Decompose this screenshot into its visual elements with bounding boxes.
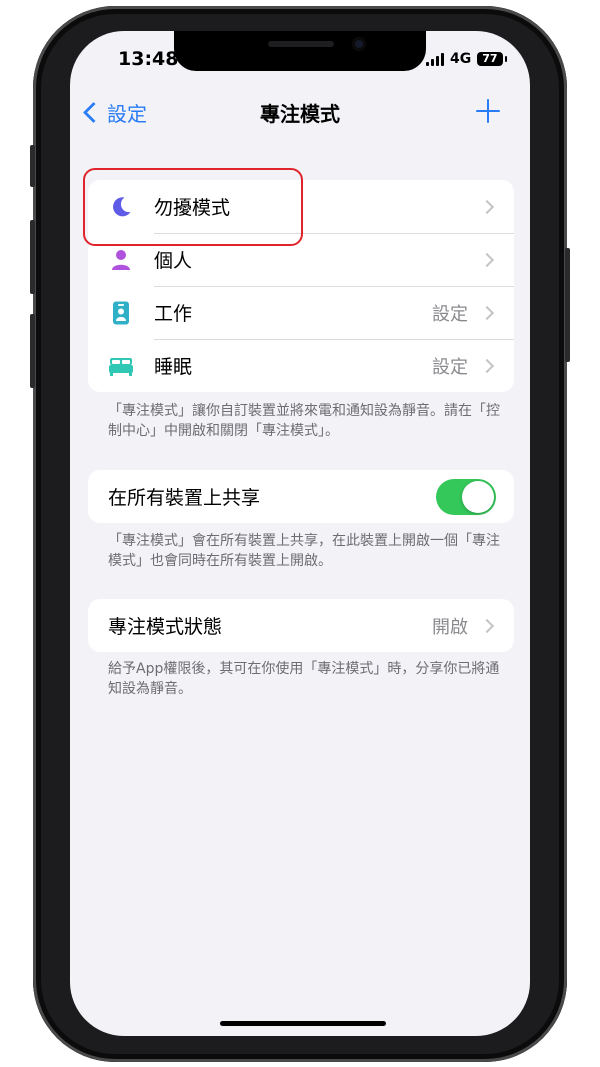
focus-status-value: 開啟 [432, 616, 468, 638]
focus-status-group: 專注模式狀態 開啟 [88, 599, 514, 652]
network-type: 4G [450, 51, 472, 67]
power-button [565, 248, 570, 362]
front-camera [352, 37, 366, 51]
share-across-devices-label: 在所有裝置上共享 [108, 487, 261, 509]
notch [174, 31, 426, 71]
focus-mode-value: 設定 [432, 356, 468, 378]
person-icon [112, 250, 130, 270]
status-footnote: 給予App權限後，其可在你使用「專注模式」時，分享你已將通知設為靜音。 [108, 661, 500, 697]
chevron-right-icon [479, 358, 495, 373]
status-indicators: 4G 77 [426, 51, 507, 67]
home-indicator[interactable] [220, 1021, 386, 1026]
chevron-right-icon [479, 252, 495, 267]
focus-footnote: 「專注模式」讓你自訂裝置並將來電和通知設為靜音。請在「控制中心」中開啟和關閉「專… [108, 403, 500, 439]
focus-mode-value: 設定 [432, 303, 468, 325]
share-across-devices-row: 在所有裝置上共享 [88, 470, 514, 523]
focus-status-label: 專注模式狀態 [108, 616, 223, 638]
focus-mode-work[interactable]: 工作 設定 [88, 286, 514, 339]
share-across-devices-group: 在所有裝置上共享 [88, 470, 514, 523]
chevron-right-icon [479, 618, 495, 633]
focus-mode-label: 睡眠 [154, 356, 193, 378]
chevron-right-icon [479, 199, 495, 214]
id-badge-icon [113, 301, 129, 325]
focus-mode-label: 工作 [154, 303, 193, 325]
focus-status-row[interactable]: 專注模式狀態 開啟 [88, 599, 514, 652]
battery-icon: 77 [477, 52, 507, 66]
share-footnote: 「專注模式」會在所有裝置上共享，在此裝置上開啟一個「專注模式」也會同時在所有裝置… [108, 533, 500, 569]
share-across-devices-toggle[interactable] [436, 479, 496, 515]
add-icon[interactable] [474, 97, 502, 125]
bed-icon [109, 358, 133, 376]
toggle-knob [462, 481, 494, 513]
chevron-right-icon [479, 305, 495, 320]
highlight-annotation [83, 168, 303, 246]
status-time: 13:48 [118, 48, 179, 70]
volume-down-button [30, 314, 35, 388]
screen: 13:48 4G 77 設定 專注模式 勿擾模式 個人 工作 設定 睡眠 設定 … [70, 31, 530, 1036]
focus-mode-label: 個人 [154, 250, 193, 272]
silent-switch [30, 145, 35, 187]
speaker-grille [268, 41, 334, 47]
page-title: 專注模式 [260, 102, 340, 126]
cellular-signal-icon [426, 52, 444, 66]
focus-mode-sleep[interactable]: 睡眠 設定 [88, 339, 514, 392]
volume-up-button [30, 220, 35, 294]
